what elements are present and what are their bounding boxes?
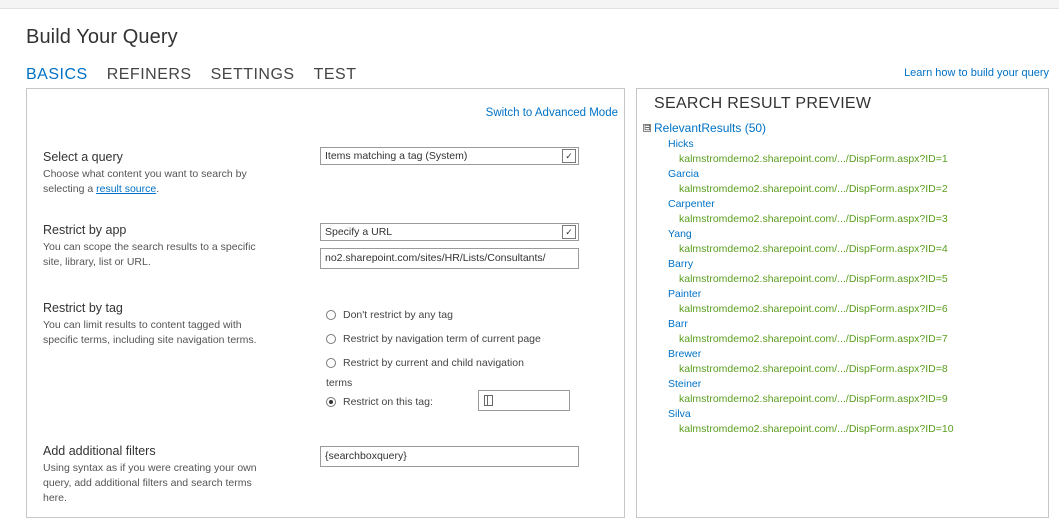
list-item: Silva kalmstromdemo2.sharepoint.com/.../D…	[668, 409, 954, 439]
radio-button-icon[interactable]	[326, 310, 336, 320]
result-title[interactable]: Barr	[668, 319, 954, 330]
result-title[interactable]: Silva	[668, 409, 954, 420]
tab-test[interactable]: TEST	[314, 66, 357, 84]
result-title[interactable]: Barry	[668, 259, 954, 270]
restrict-app-desc: You can scope the search results to a sp…	[43, 241, 256, 268]
select-query-title: Select a query	[43, 150, 123, 164]
select-query-desc-end: .	[156, 183, 160, 195]
result-url[interactable]: kalmstromdemo2.sharepoint.com/.../DispFo…	[668, 179, 954, 199]
page-title: Build Your Query	[26, 26, 178, 48]
app-scope-value: Specify a URL	[325, 226, 393, 238]
list-item: Brewer kalmstromdemo2.sharepoint.com/.../…	[668, 349, 954, 379]
list-item: Yang kalmstromdemo2.sharepoint.com/.../Di…	[668, 229, 954, 259]
tag-picker-icon[interactable]	[484, 395, 493, 406]
list-item: Steiner kalmstromdemo2.sharepoint.com/...…	[668, 379, 954, 409]
restrict-tag-desc: You can limit results to content tagged …	[43, 319, 257, 346]
preview-title: SEARCH RESULT PREVIEW	[654, 95, 872, 112]
advanced-mode-link[interactable]: Switch to Advanced Mode	[486, 107, 618, 119]
top-bar	[0, 0, 1059, 9]
filters-title: Add additional filters	[43, 444, 156, 458]
result-url[interactable]: kalmstromdemo2.sharepoint.com/.../DispFo…	[668, 359, 954, 379]
radio-no-restrict[interactable]: Don't restrict by any tag	[326, 309, 453, 321]
select-query-desc: Choose what content you want to search b…	[43, 167, 275, 197]
url-input[interactable]: no2.sharepoint.com/sites/HR/Lists/Consul…	[320, 248, 579, 269]
relevant-results-label: RelevantResults (50)	[654, 121, 767, 135]
result-url[interactable]: kalmstromdemo2.sharepoint.com/.../DispFo…	[668, 299, 954, 319]
result-url[interactable]: kalmstromdemo2.sharepoint.com/.../DispFo…	[668, 209, 954, 229]
list-item: Hicks kalmstromdemo2.sharepoint.com/.../D…	[668, 139, 954, 169]
tab-bar: BASICS REFINERS SETTINGS TEST	[26, 66, 376, 84]
result-url[interactable]: kalmstromdemo2.sharepoint.com/.../DispFo…	[668, 329, 954, 349]
select-query-section: Select a query Choose what content you w…	[43, 150, 275, 197]
result-url[interactable]: kalmstromdemo2.sharepoint.com/.../DispFo…	[668, 269, 954, 289]
basics-panel: Switch to Advanced Mode Select a query C…	[26, 88, 625, 518]
list-item: Painter kalmstromdemo2.sharepoint.com/...…	[668, 289, 954, 319]
radio-label: Restrict on this tag:	[343, 396, 433, 408]
tag-input[interactable]	[478, 390, 570, 411]
result-url[interactable]: kalmstromdemo2.sharepoint.com/.../DispFo…	[668, 239, 954, 259]
result-url[interactable]: kalmstromdemo2.sharepoint.com/.../DispFo…	[668, 389, 954, 409]
filters-section: Add additional filters Using syntax as i…	[43, 444, 275, 506]
restrict-tag-title: Restrict by tag	[43, 301, 123, 315]
radio-nav-term[interactable]: Restrict by navigation term of current p…	[326, 333, 541, 345]
result-source-link[interactable]: result source	[96, 183, 156, 195]
result-title[interactable]: Brewer	[668, 349, 954, 360]
chevron-down-icon[interactable]: ✓	[562, 225, 576, 239]
radio-label: Don't restrict by any tag	[343, 309, 453, 321]
search-preview-panel: SEARCH RESULT PREVIEW ⊟ RelevantResults …	[636, 88, 1049, 518]
result-title[interactable]: Garcia	[668, 169, 954, 180]
query-select[interactable]: Items matching a tag (System) ✓	[320, 147, 579, 165]
result-title[interactable]: Steiner	[668, 379, 954, 390]
tab-settings[interactable]: SETTINGS	[211, 66, 295, 84]
collapse-icon[interactable]: ⊟	[643, 124, 651, 132]
restrict-tag-section: Restrict by tag You can limit results to…	[43, 301, 275, 348]
list-item: Carpenter kalmstromdemo2.sharepoint.com/.…	[668, 199, 954, 229]
tab-refiners[interactable]: REFINERS	[107, 66, 192, 84]
radio-child-nav[interactable]: Restrict by current and child navigation	[326, 357, 524, 369]
radio-this-tag[interactable]: Restrict on this tag:	[326, 396, 433, 408]
chevron-down-icon[interactable]: ✓	[562, 149, 576, 163]
filters-input[interactable]: {searchboxquery}	[320, 446, 579, 467]
radio-button-icon[interactable]	[326, 358, 336, 368]
radio-label: Restrict by current and child navigation	[343, 357, 524, 369]
list-item: Garcia kalmstromdemo2.sharepoint.com/.../…	[668, 169, 954, 199]
query-select-value: Items matching a tag (System)	[325, 150, 468, 162]
radio-label-continued: terms	[326, 377, 353, 389]
results-list: Hicks kalmstromdemo2.sharepoint.com/.../D…	[668, 139, 954, 439]
result-title[interactable]: Carpenter	[668, 199, 954, 210]
list-item: Barry kalmstromdemo2.sharepoint.com/.../D…	[668, 259, 954, 289]
list-item: Barr kalmstromdemo2.sharepoint.com/.../Di…	[668, 319, 954, 349]
restrict-app-section: Restrict by app You can scope the search…	[43, 223, 275, 270]
radio-label: Restrict by navigation term of current p…	[343, 333, 541, 345]
result-title[interactable]: Hicks	[668, 139, 954, 150]
app-scope-select[interactable]: Specify a URL ✓	[320, 223, 579, 241]
radio-button-selected-icon[interactable]	[326, 397, 336, 407]
result-url[interactable]: kalmstromdemo2.sharepoint.com/.../DispFo…	[668, 419, 954, 439]
radio-button-icon[interactable]	[326, 334, 336, 344]
result-title[interactable]: Painter	[668, 289, 954, 300]
tab-basics[interactable]: BASICS	[26, 66, 88, 84]
result-title[interactable]: Yang	[668, 229, 954, 240]
filters-desc: Using syntax as if you were creating you…	[43, 462, 257, 504]
learn-query-link[interactable]: Learn how to build your query	[904, 67, 1049, 79]
result-url[interactable]: kalmstromdemo2.sharepoint.com/.../DispFo…	[668, 149, 954, 169]
relevant-results-group[interactable]: ⊟ RelevantResults (50)	[643, 121, 766, 135]
restrict-app-title: Restrict by app	[43, 223, 127, 237]
